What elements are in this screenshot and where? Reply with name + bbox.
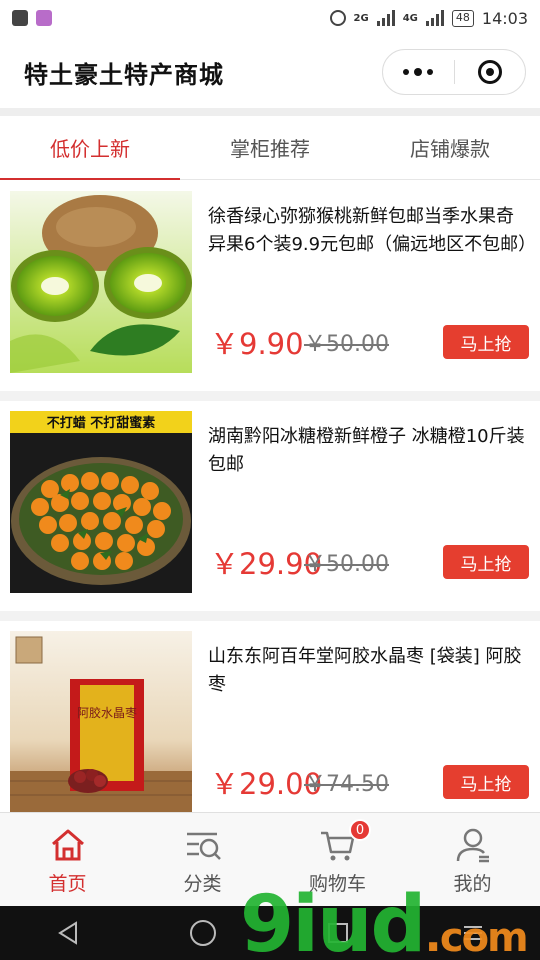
back-button[interactable]	[38, 906, 98, 960]
tabbar-home-label: 首页	[48, 873, 87, 895]
product-list: 徐香绿心弥猕猴桃新鲜包邮当季水果奇异果6个装9.9元包邮（偏远地区不包邮） ￥9…	[0, 181, 540, 841]
title-bar: 特土豪土特产商城	[0, 36, 540, 108]
product-name[interactable]: 湖南黔阳冰糖橙新鲜橙子 冰糖橙10斤装包邮	[208, 423, 530, 479]
buy-now-button[interactable]: 马上抢	[443, 545, 529, 579]
home-icon	[51, 829, 84, 861]
signal-icon-2	[425, 10, 444, 26]
home-nav-button[interactable]	[173, 906, 233, 960]
product-original-price: ￥74.50	[304, 772, 389, 797]
tab-store-hot[interactable]: 店铺爆款	[360, 116, 540, 179]
alarm-icon	[329, 10, 346, 26]
tab-new-low-price[interactable]: 低价上新	[0, 116, 180, 180]
product-image-jujube[interactable]: 阿胶水晶枣	[10, 631, 192, 813]
cart-count-badge: 0	[349, 819, 371, 841]
mini-program-capsule	[382, 49, 526, 95]
image-caption: 不打蜡 不打甜蜜素	[47, 415, 156, 431]
image-caption: 阿胶水晶枣	[77, 705, 137, 720]
buy-now-button[interactable]: 马上抢	[443, 765, 529, 799]
header-divider	[0, 108, 540, 116]
product-card[interactable]: 徐香绿心弥猕猴桃新鲜包邮当季水果奇异果6个装9.9元包邮（偏远地区不包邮） ￥9…	[0, 181, 540, 401]
gallery-notification-icon	[36, 10, 52, 26]
watermark-suffix: com	[439, 915, 529, 960]
signal-icon	[376, 10, 395, 26]
watermark-dot: .	[424, 908, 442, 960]
battery-icon: 48	[451, 9, 474, 27]
tabbar-category-label: 分类	[183, 873, 222, 895]
page-title: 特土豪土特产商城	[24, 60, 224, 89]
buy-now-button[interactable]: 马上抢	[443, 325, 529, 359]
product-image-kiwi[interactable]	[10, 191, 192, 373]
product-image-oranges[interactable]: 不打蜡 不打甜蜜素	[10, 411, 192, 593]
network-type-1: 2G	[353, 12, 369, 24]
close-mini-program-button[interactable]	[455, 60, 526, 84]
tabbar-home[interactable]: 首页	[0, 813, 135, 906]
user-icon	[456, 828, 489, 863]
product-card[interactable]: 不打蜡 不打甜蜜素 湖南黔阳冰糖橙新鲜橙子 冰糖橙10斤装包邮 ￥29.90 ￥…	[0, 401, 540, 621]
site-watermark: 9iud.com	[240, 880, 529, 960]
watermark-main: 9iud	[240, 880, 426, 960]
network-type-2: 4G	[402, 12, 418, 24]
status-bar: 2G 4G 48 14:03	[0, 0, 540, 36]
product-card[interactable]: 阿胶水晶枣 山东东阿百年堂阿胶水晶枣 [袋装] 阿胶枣 ￥29.00 ￥74.5…	[0, 621, 540, 841]
close-target-icon	[477, 60, 502, 84]
product-original-price: ￥50.00	[304, 332, 389, 357]
tab-owner-recommend[interactable]: 掌柜推荐	[180, 116, 360, 179]
category-tabs: 低价上新 掌柜推荐 店铺爆款	[0, 116, 540, 180]
home-circle-icon	[189, 920, 216, 946]
category-search-icon	[186, 832, 221, 860]
product-name[interactable]: 徐香绿心弥猕猴桃新鲜包邮当季水果奇异果6个装9.9元包邮（偏远地区不包邮）	[208, 203, 536, 259]
product-name[interactable]: 山东东阿百年堂阿胶水晶枣 [袋装] 阿胶枣	[208, 643, 530, 699]
clock: 14:03	[481, 8, 528, 28]
app-notification-icon	[12, 10, 28, 26]
back-triangle-icon	[57, 921, 77, 945]
more-options-button[interactable]	[383, 68, 454, 76]
product-price: ￥9.90	[210, 327, 304, 361]
product-original-price: ￥50.00	[304, 552, 389, 577]
